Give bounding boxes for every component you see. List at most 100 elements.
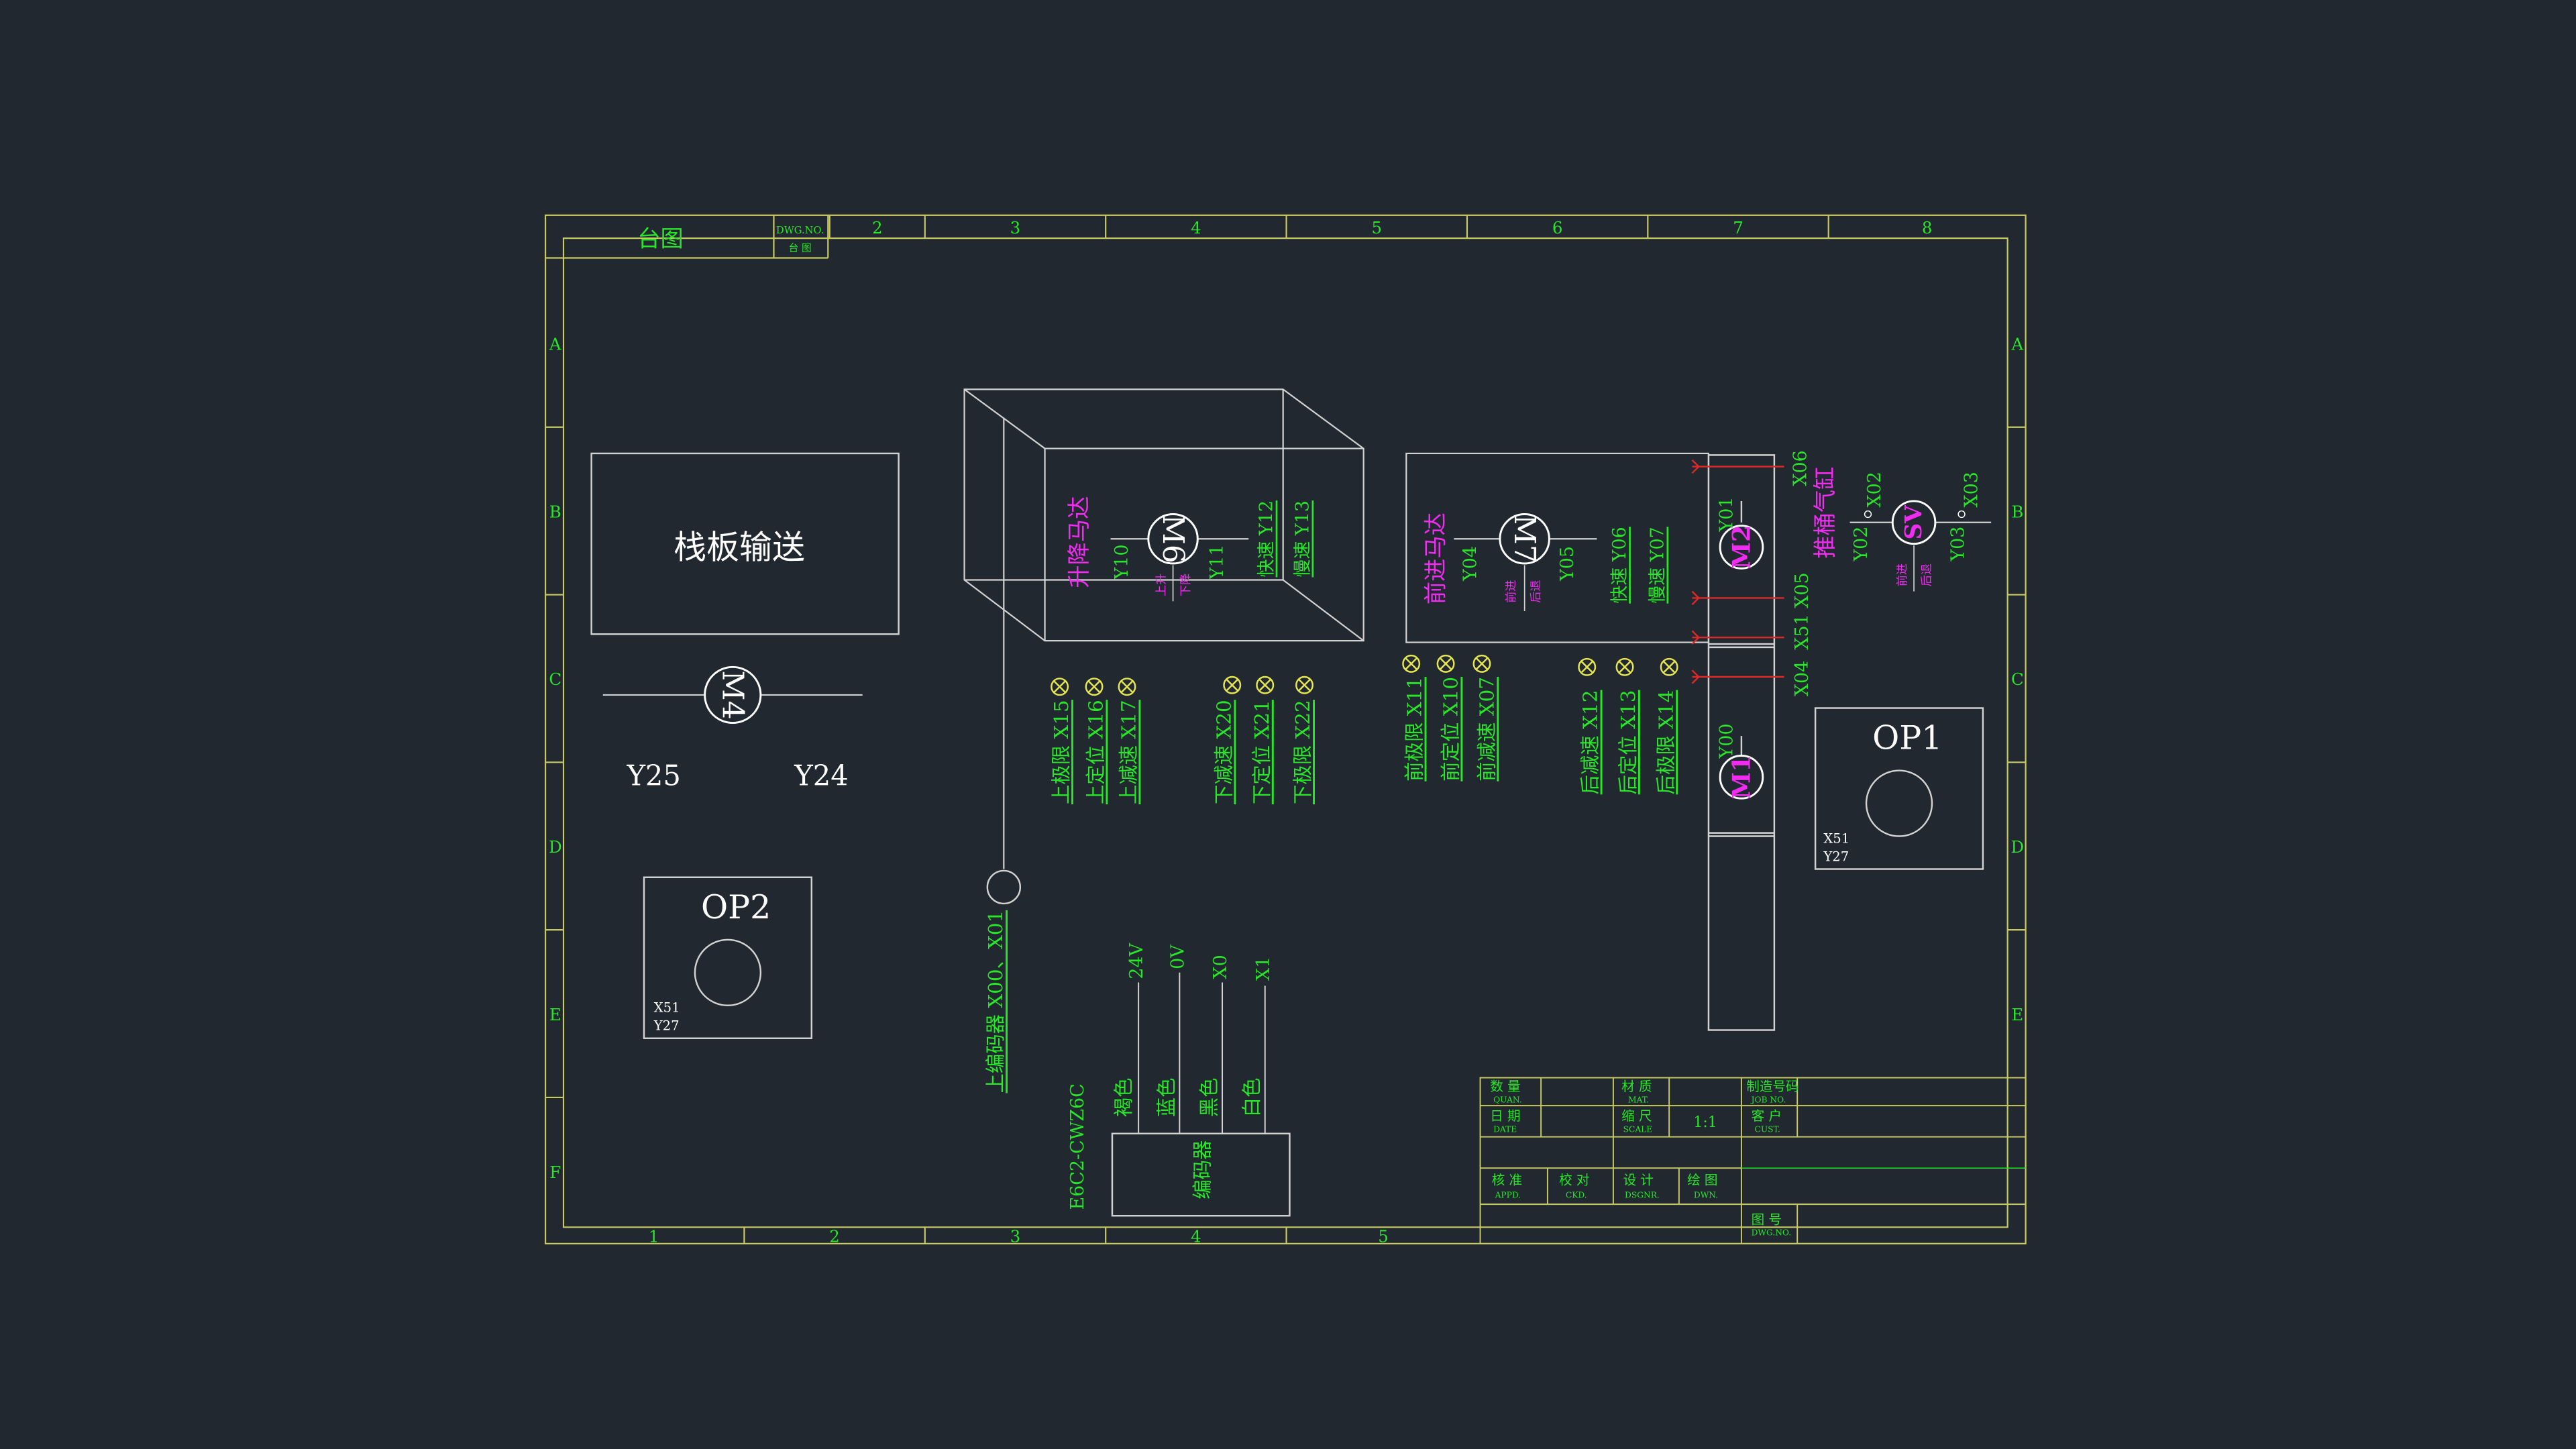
column-x06: X06	[1790, 450, 1811, 486]
lamp-icon	[1118, 678, 1136, 696]
tb-quan-en: QUAN.	[1493, 1095, 1522, 1104]
frame-title-tag: 台图	[637, 225, 684, 252]
sensor-label: 后减速 X12	[1579, 690, 1602, 795]
sensor-label: 前减速 X07	[1475, 677, 1498, 782]
lamp-icon	[1223, 676, 1242, 694]
sensor-lamps	[1051, 654, 1678, 696]
tb-mat-cn: 材 质	[1621, 1079, 1652, 1094]
row-label-right: B	[2011, 502, 2023, 521]
cylinder-name: 推桶气缸	[1812, 467, 1839, 559]
op2-title: OP2	[701, 888, 771, 926]
tb-cust-cn: 客 户	[1752, 1108, 1782, 1124]
motor-m4-label: M4	[716, 670, 750, 719]
encoder-box: 编码器	[1111, 1132, 1291, 1217]
sensor-label: 上极限 X15	[1050, 700, 1073, 804]
encoder-wire-color: 白色	[1240, 1078, 1263, 1118]
col-label-bottom: 1	[649, 1226, 659, 1246]
sensor-label: 前定位 X10	[1439, 677, 1462, 782]
tb-date-cn: 日 期	[1490, 1108, 1520, 1124]
forward-slow: 慢速 Y07	[1648, 527, 1668, 603]
tb-ckd-cn: 校 对	[1559, 1173, 1589, 1188]
lamp-icon	[1256, 676, 1275, 694]
row-label-right: D	[2011, 837, 2025, 857]
lift-slow: 慢速 Y13	[1293, 500, 1313, 577]
forward-motor-name: 前进马达	[1422, 513, 1449, 604]
lamp-icon	[1436, 654, 1455, 673]
lamp-icon	[1578, 657, 1597, 676]
tb-appd-en: APPD.	[1495, 1190, 1521, 1199]
tb-scale-en: SCALE	[1623, 1124, 1653, 1134]
encoder-pin: 0V	[1167, 945, 1188, 969]
motor-m6-label: M6	[1156, 515, 1190, 564]
lamp-icon	[1402, 654, 1421, 673]
encoder-name: 编码器	[1191, 1140, 1214, 1199]
column-y01: Y01	[1716, 497, 1737, 533]
pallet-signal-y25: Y25	[626, 759, 680, 792]
motor-m4: M4	[602, 665, 863, 724]
col-label-bottom: 4	[1191, 1226, 1201, 1246]
tb-dwg-cn: 图 号	[1752, 1212, 1782, 1227]
tb-job-en: JOB NO.	[1750, 1095, 1786, 1104]
col-label-top: 5	[1371, 218, 1382, 237]
op2-line2: Y27	[653, 1018, 680, 1034]
motor-m1: M1	[1719, 755, 1764, 800]
row-label-left: F	[549, 1163, 561, 1182]
col-label-top: 3	[1010, 218, 1021, 237]
col-label-top: 8	[1922, 218, 1933, 237]
op2-line1: X51	[654, 1000, 680, 1016]
valve-port-x02	[1864, 510, 1872, 519]
valve-port-x03	[1957, 510, 1966, 519]
tb-dsgn-cn: 设 计	[1623, 1173, 1654, 1188]
col-label-top: 4	[1191, 218, 1201, 237]
row-label-left: A	[549, 335, 561, 354]
forward-y05: Y05	[1557, 546, 1578, 582]
motor-m7-label: M7	[1507, 515, 1542, 564]
lamp-icon	[1660, 657, 1678, 676]
column-x51-x05: X51 X05	[1792, 572, 1813, 649]
forward-dir-bottom: 后退	[1529, 580, 1543, 603]
cylinder-dir-top: 前进	[1896, 564, 1909, 586]
tb-quan-cn: 数 量	[1490, 1079, 1520, 1094]
col-label-bottom: 5	[1378, 1226, 1389, 1246]
lamp-icon	[1472, 654, 1491, 673]
sensor-label: 上定位 X16	[1084, 700, 1107, 804]
row-label-left: E	[549, 1005, 561, 1024]
cylinder-y03: Y03	[1948, 527, 1969, 562]
valve-sv-label: SV	[1900, 504, 1927, 540]
op1-title: OP1	[1872, 719, 1942, 757]
lift-down-label: 下降	[1179, 574, 1193, 596]
op1-button	[1865, 769, 1933, 837]
tb-date-en: DATE	[1493, 1124, 1517, 1134]
encoder-pin: 24V	[1126, 943, 1147, 979]
tb-dwn-cn: 绘 图	[1687, 1173, 1717, 1188]
column-y00: Y00	[1716, 723, 1737, 759]
lift-fast: 快速 Y12	[1256, 500, 1277, 577]
row-label-left: C	[549, 669, 561, 689]
sensor-label: 下极限 X22	[1291, 700, 1314, 804]
lamp-icon	[1051, 678, 1069, 696]
sensor-label: 下定位 X21	[1250, 700, 1273, 804]
encoder-pin: X1	[1253, 957, 1274, 981]
op2-button	[694, 938, 762, 1006]
col-label-bottom: 2	[829, 1226, 840, 1246]
lift-motor-name: 升降马达	[1066, 496, 1093, 588]
forward-dir-top: 前进	[1505, 580, 1518, 603]
encoder-pin: X0	[1210, 955, 1231, 979]
col-label-bottom: 3	[1010, 1226, 1021, 1246]
lamp-icon	[1085, 678, 1104, 696]
forward-y04: Y04	[1460, 546, 1481, 582]
encoder-sensor-label: 上编码器 X00、X01	[984, 910, 1007, 1093]
sensor-label: 后定位 X13	[1617, 690, 1640, 795]
motor-m1-label: M1	[1727, 755, 1756, 799]
encoder-model: E6C2-CWZ6C	[1067, 1083, 1088, 1210]
sensor-label: 前极限 X11	[1403, 677, 1426, 782]
op1-line1: X51	[1823, 830, 1849, 846]
cylinder-y02: Y02	[1851, 527, 1872, 562]
encoder-wire-color: 褐色	[1112, 1078, 1135, 1118]
column-limit-markers	[1691, 459, 1784, 756]
sensor-label: 下减速 X20	[1212, 700, 1235, 804]
encoder-sensor-icon	[986, 869, 1022, 905]
operator-panel-op2: OP2 X51 Y27	[643, 876, 813, 1039]
forward-fast: 快速 Y06	[1609, 527, 1630, 603]
cad-drawing: 台图 DWG.NO. 台 图 2 3 4 5 6 7 8 1 2 3 4 5 A…	[544, 214, 2027, 1246]
